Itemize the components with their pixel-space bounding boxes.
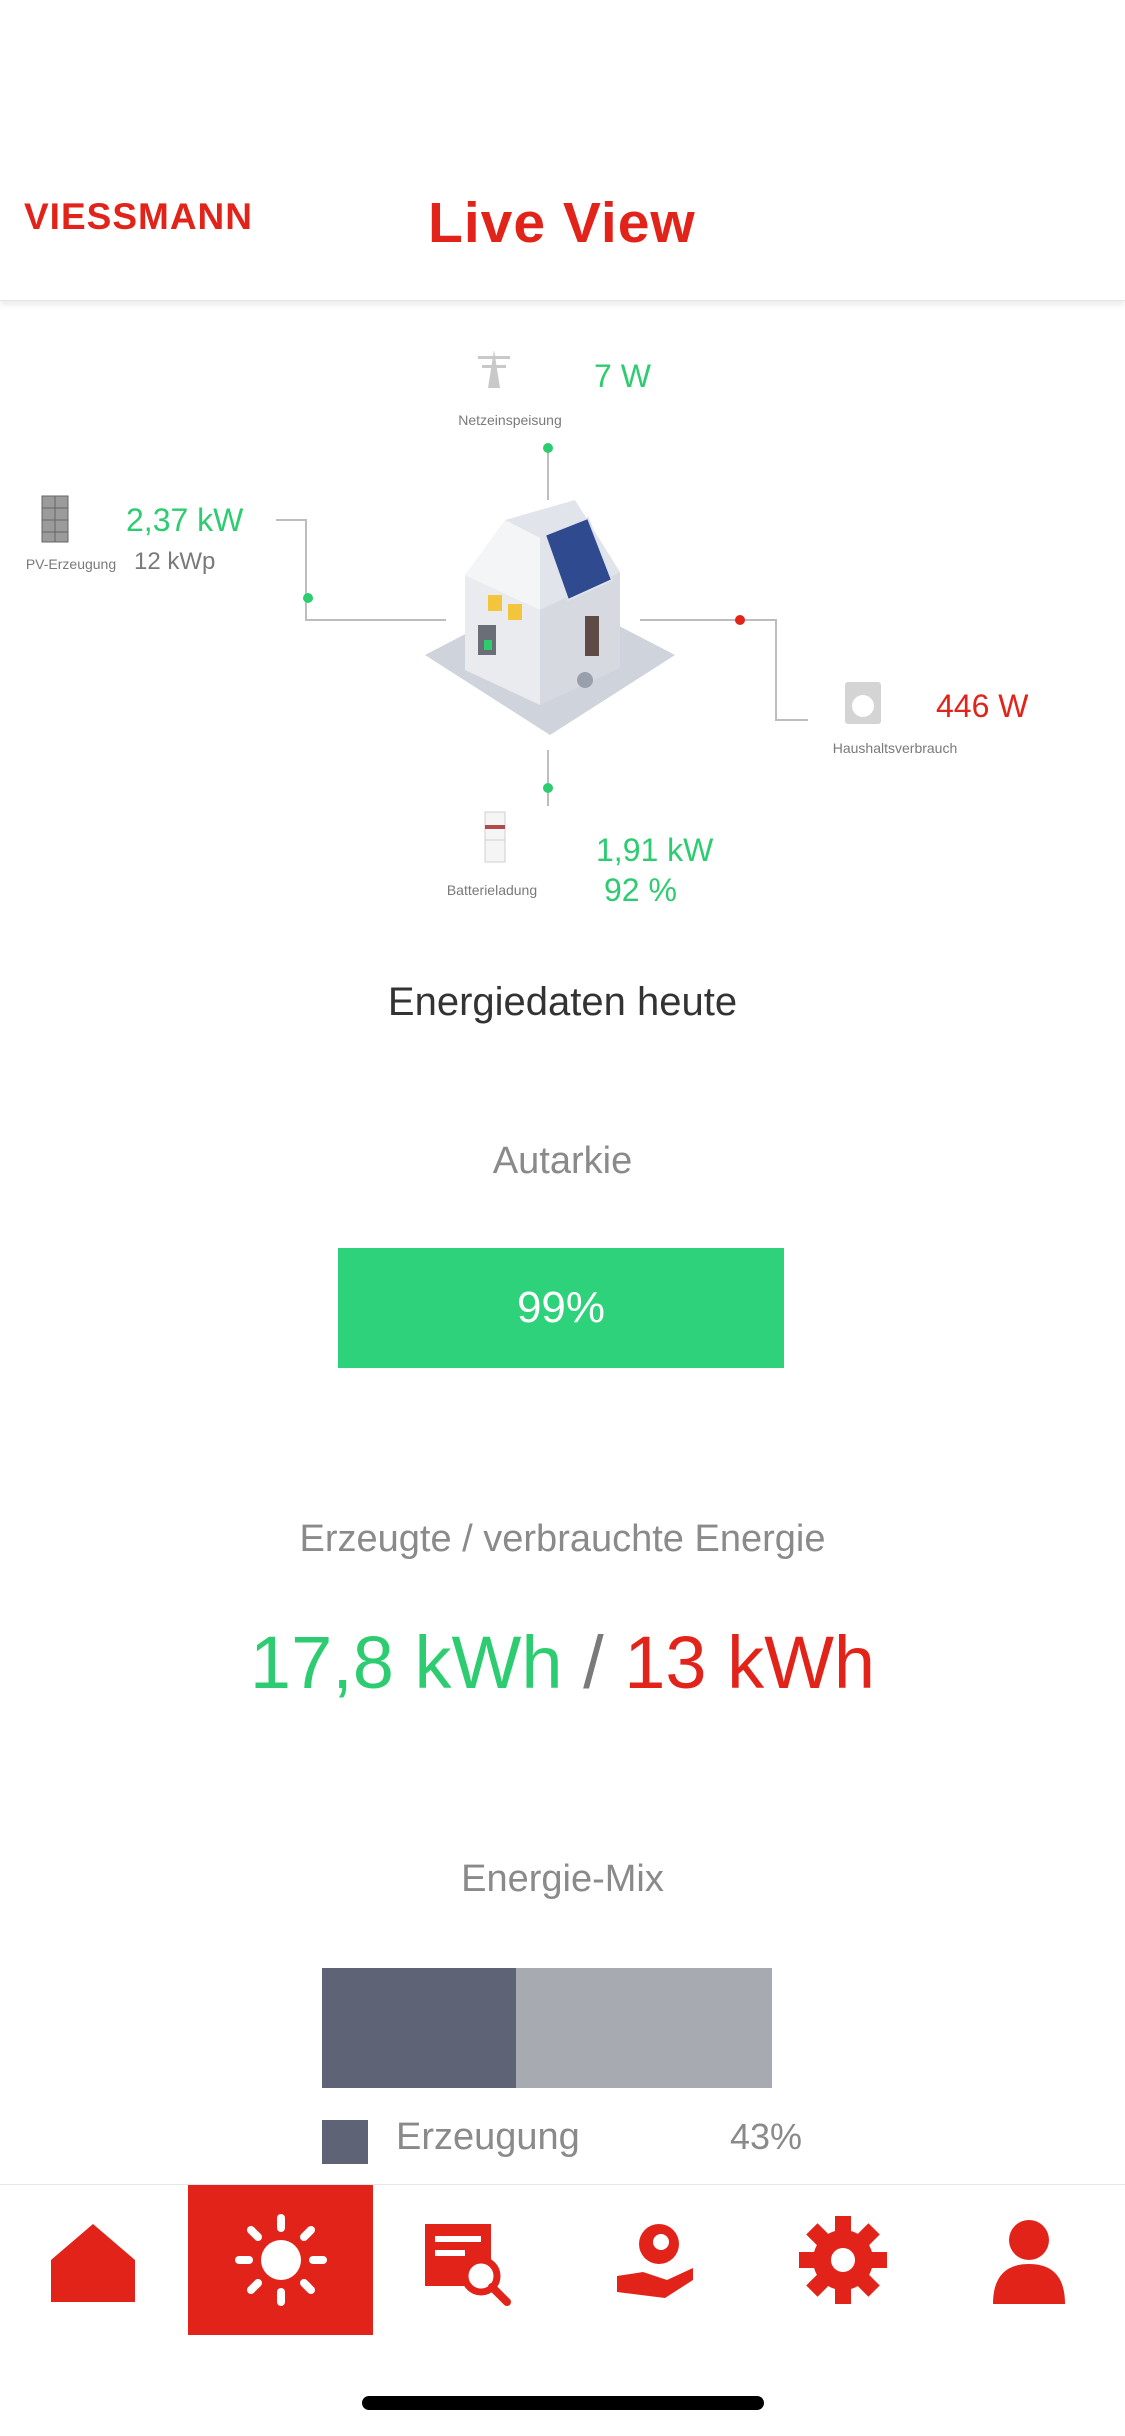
grid-value: 7 W bbox=[594, 358, 651, 394]
tab-live[interactable] bbox=[188, 2185, 373, 2335]
brand-logo: VIESSMANN bbox=[24, 196, 253, 237]
pv-flow-dot bbox=[303, 593, 313, 603]
autarkie-bar: 99% bbox=[338, 1248, 784, 1368]
pv-label: PV-Erzeugung bbox=[25, 556, 117, 572]
energy-mix-title: Energie-Mix bbox=[461, 1858, 664, 1900]
grid-label: Netzeinspeisung bbox=[458, 412, 562, 428]
page-title: Live View bbox=[428, 191, 696, 255]
hand-icon bbox=[616, 2224, 693, 2298]
battery-value: 1,91 kW bbox=[596, 832, 714, 868]
home-indicator bbox=[362, 2396, 764, 2410]
battery-icon bbox=[484, 811, 506, 863]
gear-icon bbox=[798, 2216, 887, 2304]
tab-service[interactable] bbox=[562, 2185, 747, 2335]
household-connection-line bbox=[640, 619, 808, 721]
energy-values: 17,8 kWh / 13 kWh bbox=[0, 1620, 1125, 1705]
energy-flow-diagram bbox=[41, 350, 881, 863]
mix-legend-value: 43% bbox=[730, 2116, 803, 2157]
home-icon bbox=[50, 2224, 135, 2302]
house-illustration bbox=[425, 500, 675, 735]
battery-label: Batterieladung bbox=[446, 882, 538, 898]
energy-mix-other-segment bbox=[515, 1968, 772, 2088]
battery-level: 92 % bbox=[604, 872, 677, 908]
tab-profile[interactable] bbox=[936, 2185, 1121, 2335]
energy-today-heading: Energiedaten heute bbox=[387, 980, 738, 1024]
mix-legend-swatch bbox=[322, 2120, 368, 2164]
pv-connection-line bbox=[276, 519, 446, 621]
energy-separator: / bbox=[583, 1621, 604, 1704]
washing-machine-icon bbox=[845, 682, 881, 724]
tab-home[interactable] bbox=[0, 2185, 185, 2335]
mix-legend-label: Erzeugung bbox=[396, 2116, 580, 2158]
energy-mix-generation-segment bbox=[322, 1968, 516, 2088]
household-flow-dot bbox=[735, 615, 745, 625]
grid-pylon-icon bbox=[478, 350, 510, 388]
bottom-tab-bar bbox=[0, 2184, 1125, 2345]
energy-produced: 17,8 kWh bbox=[249, 1621, 563, 1704]
energy-consumed: 13 kWh bbox=[624, 1621, 876, 1704]
tab-analysis[interactable] bbox=[374, 2185, 559, 2335]
pv-panel-icon bbox=[41, 495, 69, 543]
search-report-icon bbox=[424, 2224, 511, 2306]
household-label: Haushaltsverbrauch bbox=[832, 740, 958, 756]
sun-icon bbox=[234, 2214, 327, 2306]
energy-mix-bar bbox=[322, 1968, 772, 2088]
tab-settings[interactable] bbox=[750, 2185, 935, 2335]
household-value: 446 W bbox=[936, 688, 1029, 724]
autarkie-title: Autarkie bbox=[492, 1140, 633, 1182]
battery-flow-dot bbox=[543, 783, 553, 793]
pv-value: 2,37 kW bbox=[126, 502, 244, 538]
autarkie-value: 99% bbox=[516, 1283, 606, 1332]
user-icon bbox=[992, 2220, 1065, 2304]
pv-capacity: 12 kWp bbox=[134, 548, 216, 575]
energy-title: Erzeugte / verbrauchte Energie bbox=[299, 1518, 826, 1560]
grid-flow-dot bbox=[543, 443, 553, 453]
